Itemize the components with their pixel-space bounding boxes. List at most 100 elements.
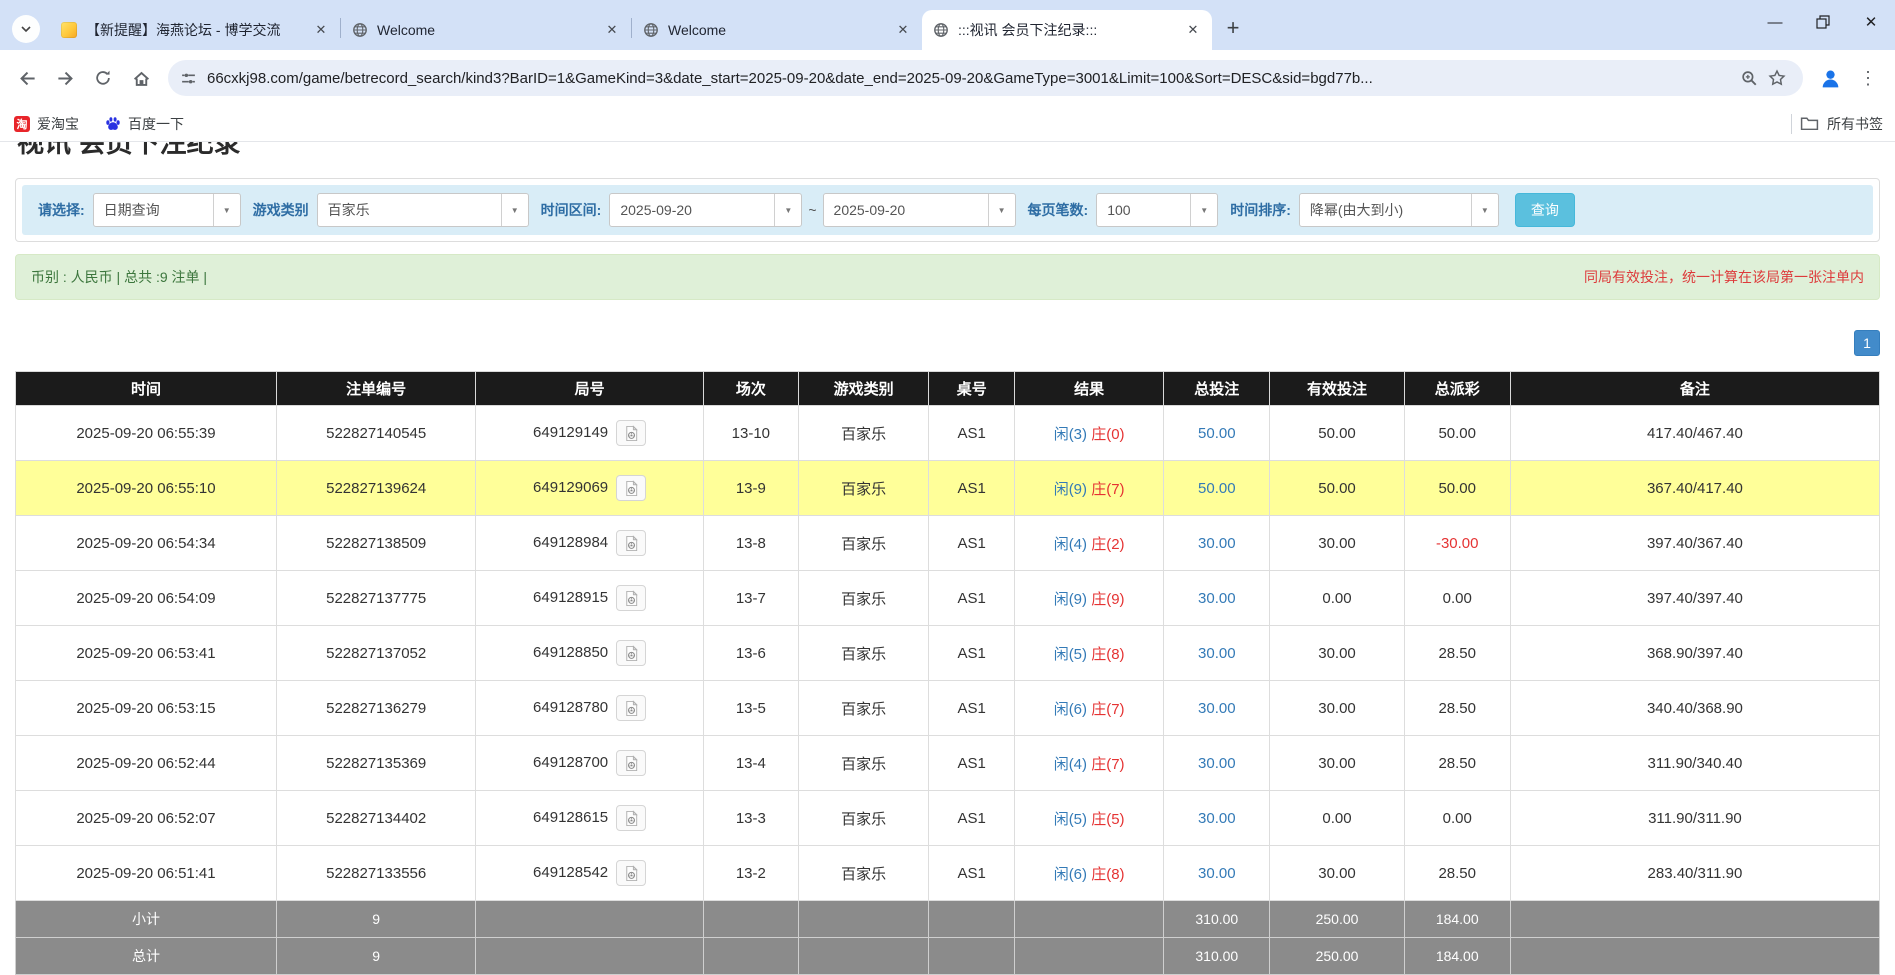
valid-bet-cell: 30.00 [1270,626,1404,681]
video-file-icon [623,865,640,882]
round-number: 649129069 [533,479,608,496]
chevron-down-icon[interactable]: ▼ [988,194,1015,226]
video-file-icon [623,700,640,717]
close-window-button[interactable]: ✕ [1847,0,1895,44]
tab-close-icon[interactable]: ✕ [892,19,914,41]
bookmark-star-button[interactable] [1763,64,1791,92]
column-header: 时间 [16,372,277,406]
query-type-select[interactable]: 日期查询 ▼ [93,193,241,227]
back-button[interactable] [10,61,44,95]
chevron-down-icon[interactable]: ▼ [1471,194,1498,226]
player-result: 闲(4) [1054,536,1087,553]
total-bet-link[interactable]: 30.00 [1164,846,1270,901]
banker-result: 庄(7) [1091,756,1124,773]
page-button[interactable]: 1 [1854,330,1880,356]
chevron-down-icon[interactable]: ▼ [501,194,528,226]
all-bookmarks-button[interactable]: 所有书签 [1791,114,1895,134]
bookmark-baidu[interactable]: 百度一下 [105,114,184,134]
date-start-select[interactable]: 2025-09-20 ▼ [609,193,802,227]
total-bet-link[interactable]: 30.00 [1164,626,1270,681]
globe-icon [932,22,949,39]
new-tab-button[interactable]: + [1218,13,1248,43]
video-button[interactable] [616,420,646,446]
video-button[interactable] [616,695,646,721]
per-page-select[interactable]: 100 ▼ [1096,193,1218,227]
tab-forum[interactable]: 【新提醒】海燕论坛 - 博学交流 ✕ [50,10,340,50]
round-number: 649128700 [533,754,608,771]
tab-close-icon[interactable]: ✕ [601,19,623,41]
round-cell: 649128915 [476,571,703,626]
chevron-down-icon[interactable]: ▼ [774,194,801,226]
banker-result: 庄(7) [1091,481,1124,498]
bet-table-header-row: 时间注单编号局号场次游戏类别桌号结果总投注有效投注总派彩备注 [16,372,1880,406]
table-row: 2025-09-20 06:54:34522827138509649128984… [16,516,1880,571]
forward-button[interactable] [48,61,82,95]
total-bet-link[interactable]: 30.00 [1164,736,1270,791]
tab-close-icon[interactable]: ✕ [310,19,332,41]
player-result: 闲(3) [1054,426,1087,443]
refresh-button[interactable] [86,61,120,95]
video-button[interactable] [616,530,646,556]
home-button[interactable] [124,61,158,95]
minimize-button[interactable]: — [1751,0,1799,44]
tab-welcome-2[interactable]: Welcome ✕ [632,10,922,50]
valid-bet-cell: 30.00 [1270,681,1404,736]
tab-strip: 【新提醒】海燕论坛 - 博学交流 ✕ Welcome ✕ Welcome ✕ :… [0,0,1895,50]
sum-total-bet-cell: 310.00 [1164,901,1270,938]
video-file-icon [623,480,640,497]
video-button[interactable] [616,805,646,831]
video-button[interactable] [616,585,646,611]
back-arrow-icon [18,69,37,88]
restore-button[interactable] [1799,0,1847,44]
tab-bet-records-active[interactable]: :::视讯 会员下注纪录::: ✕ [922,10,1212,50]
date-end-select[interactable]: 2025-09-20 ▼ [823,193,1016,227]
total-bet-link[interactable]: 50.00 [1164,406,1270,461]
bookmark-taobao[interactable]: 淘 爱淘宝 [14,114,79,134]
date-end-value: 2025-09-20 [824,194,988,226]
video-button[interactable] [616,475,646,501]
query-button[interactable]: 查询 [1515,193,1575,227]
round-cell: 649129069 [476,461,703,516]
profile-avatar-button[interactable] [1813,61,1847,95]
chevron-down-icon[interactable]: ▼ [213,194,240,226]
taobao-icon: 淘 [14,116,30,132]
home-icon [132,69,151,88]
total-bet-link[interactable]: 50.00 [1164,461,1270,516]
url-bar[interactable]: 66cxkj98.com/game/betrecord_search/kind3… [168,60,1803,96]
total-bet-link[interactable]: 30.00 [1164,571,1270,626]
total-bet-link[interactable]: 30.00 [1164,791,1270,846]
total-bet-link[interactable]: 30.00 [1164,516,1270,571]
refresh-icon [94,69,112,87]
chevron-down-icon[interactable]: ▼ [1190,194,1217,226]
per-page-label: 每页笔数: [1028,200,1089,220]
video-button[interactable] [616,860,646,886]
table-no-cell: AS1 [929,681,1015,736]
tab-close-icon[interactable]: ✕ [1182,19,1204,41]
time-cell: 2025-09-20 06:55:39 [16,406,277,461]
banker-result: 庄(0) [1091,426,1124,443]
column-header: 结果 [1015,372,1164,406]
round-cell: 649128542 [476,846,703,901]
video-file-icon [623,810,640,827]
site-info-icon[interactable] [180,70,197,87]
valid-bet-cell: 30.00 [1270,516,1404,571]
browser-menu-button[interactable]: ⋮ [1851,61,1885,95]
video-button[interactable] [616,640,646,666]
zoom-page-button[interactable] [1735,64,1763,92]
empty-cell [929,901,1015,938]
payout-cell: 28.50 [1404,736,1510,791]
bookmark-label: 爱淘宝 [37,114,79,134]
sort-order-select[interactable]: 降幂(由大到小) ▼ [1299,193,1499,227]
video-button[interactable] [616,750,646,776]
total-bet-link[interactable]: 30.00 [1164,681,1270,736]
tab-welcome-1[interactable]: Welcome ✕ [341,10,631,50]
game-kind-select[interactable]: 百家乐 ▼ [317,193,529,227]
magnifier-icon [1740,69,1758,87]
tab-search-button[interactable] [12,15,40,43]
game-cell: 百家乐 [798,406,928,461]
url-text[interactable]: 66cxkj98.com/game/betrecord_search/kind3… [207,70,1735,87]
round-cell: 649128984 [476,516,703,571]
note-cell: 397.40/367.40 [1510,516,1879,571]
column-header: 总派彩 [1404,372,1510,406]
sum-valid-bet-cell: 250.00 [1270,938,1404,975]
